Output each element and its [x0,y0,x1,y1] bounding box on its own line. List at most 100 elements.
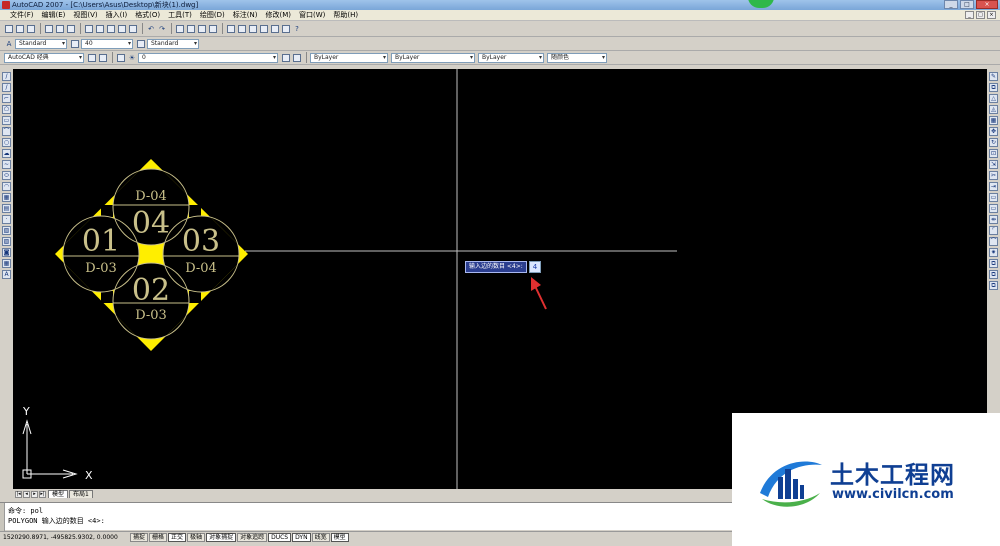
redo-icon[interactable]: ↷ [157,24,167,34]
my-workspace-icon[interactable] [98,53,108,63]
menu-view[interactable]: 视图(V) [69,10,101,21]
menu-window[interactable]: 窗口(W) [295,10,329,21]
break-at-point-icon[interactable]: ▭ [989,193,998,202]
markup-icon[interactable] [270,24,280,34]
point-icon[interactable]: · [2,215,11,224]
menu-modify[interactable]: 修改(M) [261,10,295,21]
workspace-combo[interactable]: AutoCAD 经典 [4,52,84,63]
lineweight-combo[interactable]: ByLayer [478,52,544,63]
tab-next-icon[interactable]: ▸ [31,491,38,498]
line-icon[interactable]: / [2,72,11,81]
command-window-handle[interactable] [0,503,5,531]
tab-layout1[interactable]: 布局1 [69,490,93,498]
open-icon[interactable] [15,24,25,34]
polyline-icon[interactable]: ⌐ [2,94,11,103]
menu-insert[interactable]: 插入(I) [102,10,132,21]
tool-palettes-icon[interactable] [248,24,258,34]
pan-icon[interactable] [175,24,185,34]
dynamic-input-field[interactable]: 4 [529,261,541,273]
insert-block-icon[interactable]: ▦ [2,193,11,202]
calculator-icon[interactable] [281,24,291,34]
rotate-icon[interactable]: ↻ [989,138,998,147]
make-current-icon[interactable] [281,53,291,63]
menu-draw[interactable]: 绘图(D) [196,10,229,21]
move-icon[interactable]: ✥ [989,127,998,136]
make-block-icon[interactable]: ▤ [2,204,11,213]
model-toggle[interactable]: 模型 [330,533,349,542]
tab-prev-icon[interactable]: ◂ [23,491,30,498]
polar-toggle[interactable]: 极轴 [187,533,206,542]
design-center-icon[interactable] [237,24,247,34]
multiline-text-icon[interactable]: A [2,270,11,279]
text-style-combo[interactable]: Standard [15,38,67,49]
doc-close-button[interactable]: × [987,11,996,19]
offset-icon[interactable]: ◬ [989,105,998,114]
print-preview-icon[interactable] [55,24,65,34]
erase-icon[interactable]: ✎ [989,72,998,81]
menu-edit[interactable]: 编辑(E) [38,10,70,21]
array-icon[interactable]: ▦ [989,116,998,125]
ortho-toggle[interactable]: 正交 [168,533,187,542]
block-editor-icon[interactable] [128,24,138,34]
menu-format[interactable]: 格式(O) [131,10,164,21]
ducs-toggle[interactable]: DUCS [268,533,292,542]
menu-tools[interactable]: 工具(T) [164,10,196,21]
menu-file[interactable]: 文件(F) [6,10,38,21]
revision-cloud-icon[interactable]: ☁ [2,149,11,158]
rectangle-icon[interactable]: ▭ [2,116,11,125]
text-style-icon[interactable]: A [4,39,14,49]
linetype-combo[interactable]: ByLayer [391,52,475,63]
snap-toggle[interactable]: 捕捉 [130,533,149,542]
trim-icon[interactable]: ✂ [989,171,998,180]
draworder-front-icon[interactable]: ⧉ [989,270,998,279]
layer-combo[interactable]: 0 [138,52,278,63]
match-properties-icon[interactable] [117,24,127,34]
properties-icon[interactable] [226,24,236,34]
undo-icon[interactable]: ↶ [146,24,156,34]
tab-last-icon[interactable]: ▸| [39,491,46,498]
zoom-window-icon[interactable] [197,24,207,34]
spline-icon[interactable]: ~ [2,160,11,169]
break-icon[interactable]: ▭ [989,204,998,213]
table-style-combo[interactable]: Standard [147,38,199,49]
color-combo[interactable]: ByLayer [310,52,388,63]
tab-first-icon[interactable]: |◂ [15,491,22,498]
table-style-icon[interactable] [136,39,146,49]
cut-icon[interactable] [84,24,94,34]
publish-icon[interactable] [66,24,76,34]
fillet-icon[interactable]: ⌒ [989,237,998,246]
ellipse-icon[interactable]: ⬭ [2,171,11,180]
construction-line-icon[interactable]: / [2,83,11,92]
layer-manager-icon[interactable] [116,53,126,63]
copy-object-icon[interactable]: ⧉ [989,83,998,92]
arc-icon[interactable]: ⌒ [2,127,11,136]
copy-icon[interactable] [95,24,105,34]
polygon-icon[interactable]: ⬠ [2,105,11,114]
lineweight-toggle[interactable]: 线宽 [311,533,330,542]
print-icon[interactable] [44,24,54,34]
ellipse-arc-icon[interactable]: ◠ [2,182,11,191]
save-icon[interactable] [26,24,36,34]
chamfer-icon[interactable]: ⌜ [989,226,998,235]
paste-icon[interactable] [106,24,116,34]
sheet-set-icon[interactable] [259,24,269,34]
draworder-back-icon[interactable]: ⧉ [989,281,998,290]
zoom-realtime-icon[interactable] [186,24,196,34]
hatch-icon[interactable]: ▧ [2,226,11,235]
zoom-previous-icon[interactable] [208,24,218,34]
table-icon[interactable]: ▦ [2,259,11,268]
circle-icon[interactable]: ○ [2,138,11,147]
menu-dimension[interactable]: 标注(N) [229,10,262,21]
gradient-icon[interactable]: ▨ [2,237,11,246]
layer-previous-icon[interactable] [292,53,302,63]
doc-restore-button[interactable]: □ [976,11,985,19]
close-button[interactable]: × [976,0,998,9]
otrack-toggle[interactable]: 对象追踪 [237,533,268,542]
menu-help[interactable]: 帮助(H) [329,10,362,21]
grid-toggle[interactable]: 栅格 [149,533,168,542]
maximize-button[interactable]: □ [960,0,974,9]
doc-minimize-button[interactable]: _ [965,11,974,19]
tab-model[interactable]: 模型 [48,490,69,498]
osnap-toggle[interactable]: 对象捕捉 [206,533,237,542]
plotstyle-combo[interactable]: 随颜色 [547,52,607,63]
